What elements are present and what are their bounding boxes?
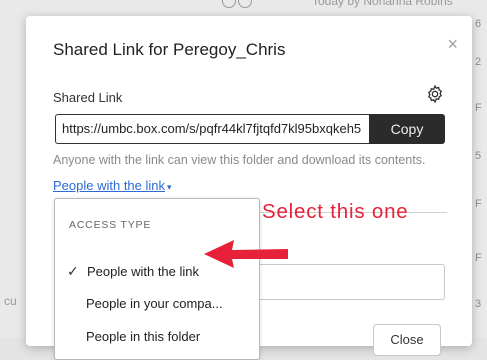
- gear-icon[interactable]: [425, 84, 445, 104]
- close-button[interactable]: Close: [373, 324, 441, 356]
- access-level-label: People with the link: [53, 178, 166, 193]
- shared-link-url-field[interactable]: https://umbc.box.com/s/pqfr44kl7fjtqfd7k…: [55, 114, 369, 144]
- shared-link-label: Shared Link: [53, 90, 123, 105]
- annotation-text: Select this one: [262, 200, 409, 223]
- background-right-fragment: F: [475, 102, 482, 114]
- checkmark-icon: ✓: [67, 263, 79, 279]
- menu-item-label: People in your compa...: [86, 296, 223, 311]
- background-activity-text: Today by Norianna Robins: [312, 0, 453, 8]
- background-right-fragment: 5: [475, 150, 482, 162]
- access-description: Anyone with the link can view this folde…: [53, 153, 426, 167]
- menu-item-label: People in this folder: [86, 329, 201, 344]
- access-type-menu: ACCESS TYPE ✓ People with the link Peopl…: [54, 198, 260, 360]
- link-settings-field[interactable]: [257, 264, 445, 300]
- copy-button[interactable]: Copy: [369, 114, 445, 144]
- dialog-title: Shared Link for Peregoy_Chris: [53, 40, 286, 59]
- access-level-dropdown-toggle[interactable]: People with the link ▾: [53, 178, 172, 193]
- background-right-fragment: F: [475, 252, 482, 264]
- chevron-down-icon: ▾: [167, 182, 172, 192]
- background-right-fragment: 3: [475, 298, 482, 310]
- background-right-fragment: 2: [475, 56, 482, 68]
- menu-item-label: People with the link: [87, 264, 200, 279]
- background-status-icons: [222, 0, 256, 8]
- background-right-fragment: F: [475, 198, 482, 210]
- menu-item-people-in-company[interactable]: People in your compa...: [55, 290, 259, 316]
- annotation-arrow-icon: [204, 240, 288, 268]
- close-icon[interactable]: ×: [447, 34, 458, 55]
- menu-item-people-in-folder[interactable]: People in this folder: [55, 323, 259, 349]
- background-right-fragment: 6: [475, 18, 482, 30]
- shared-link-dialog: Shared Link for Peregoy_Chris × Shared L…: [26, 16, 472, 360]
- background-left-fragment: cu: [4, 294, 17, 308]
- access-type-header: ACCESS TYPE: [69, 219, 152, 231]
